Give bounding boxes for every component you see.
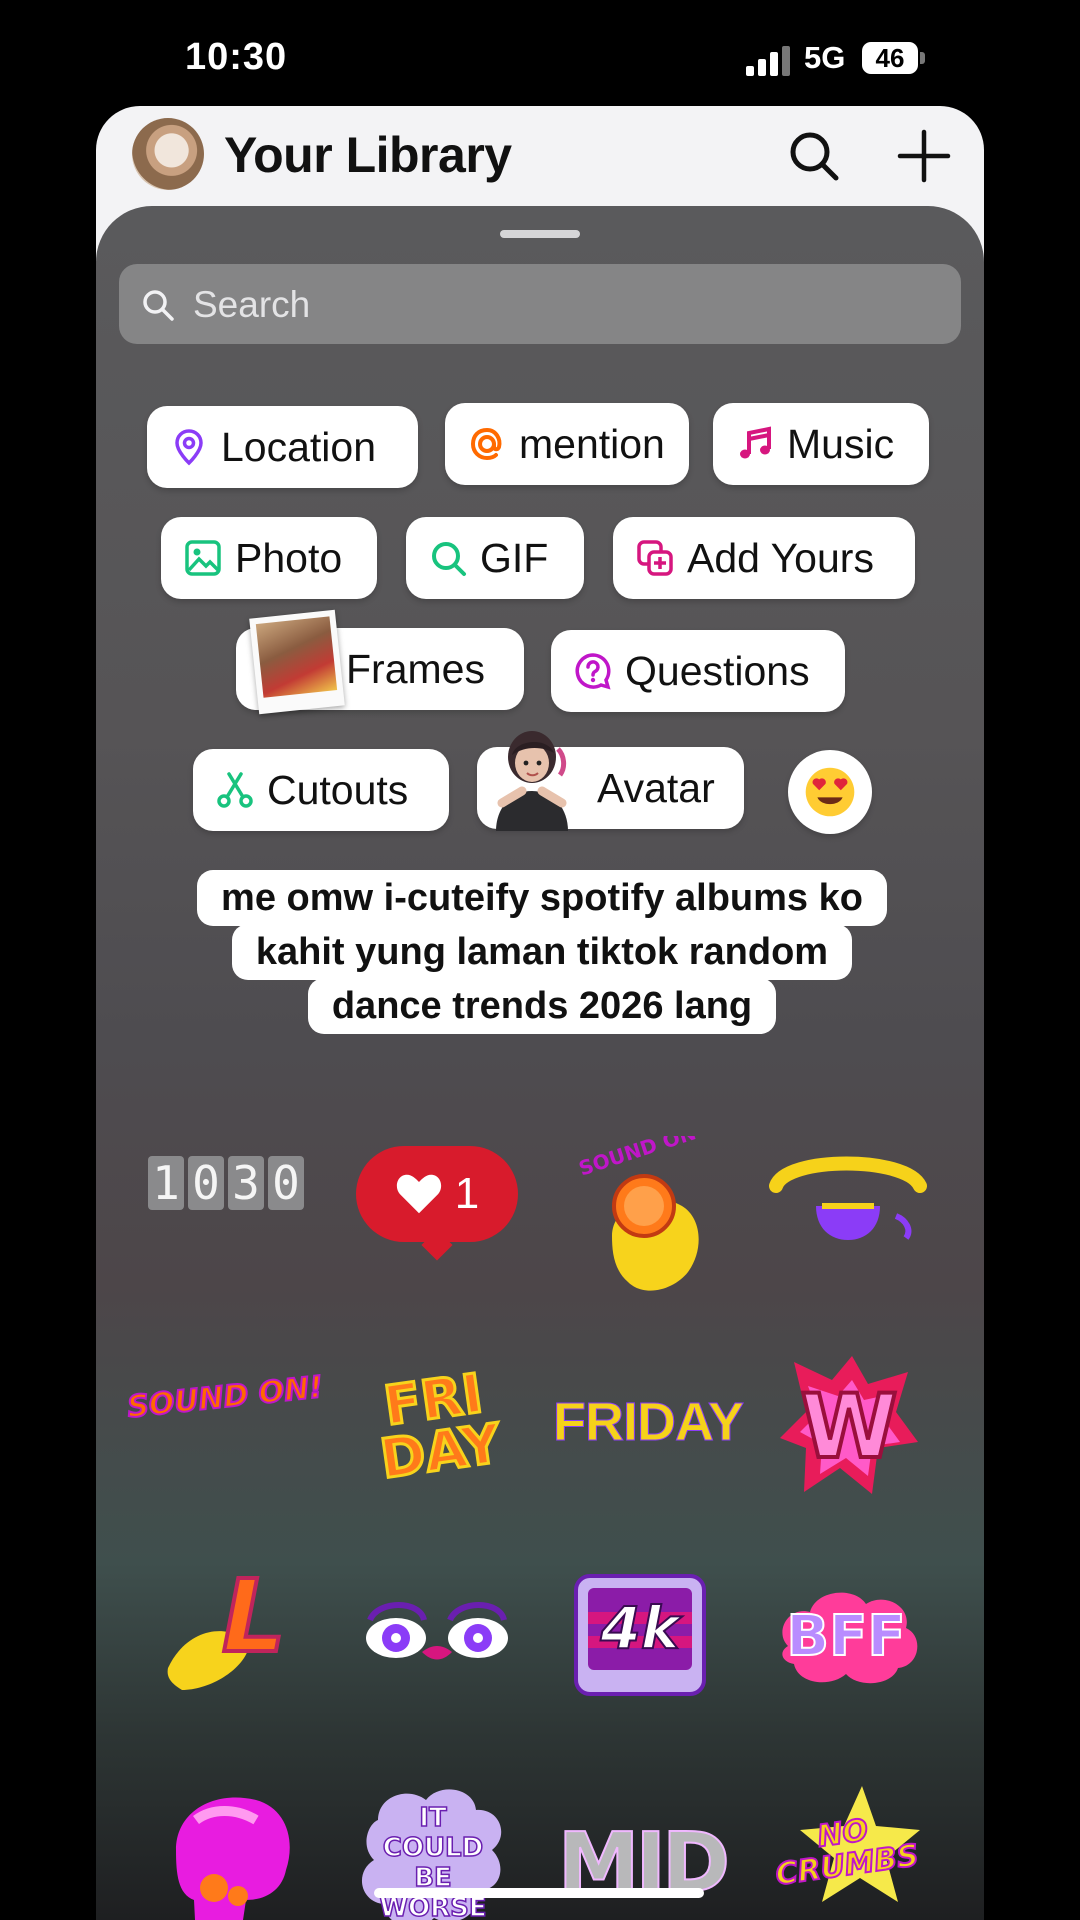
battery-level: 46	[875, 43, 905, 73]
sticker-label: Location	[221, 423, 377, 470]
profile-avatar[interactable]	[132, 118, 204, 190]
fri-day-text: FRI DAY	[375, 1360, 506, 1492]
cutouts-sticker[interactable]: Cutouts	[193, 749, 449, 831]
avatar-icon	[496, 731, 568, 831]
l-text: L	[220, 1556, 288, 1677]
sound-on-sticker[interactable]: SOUND ON!	[125, 1342, 326, 1452]
location-pin-icon	[175, 429, 203, 466]
bff-sticker[interactable]: BFF	[768, 1576, 924, 1696]
home-indicator[interactable]	[374, 1888, 704, 1898]
caption-text: me omw i-cuteify spotify albums ko kahit…	[156, 870, 928, 1034]
w-text: W	[798, 1373, 899, 1480]
frames-sticker[interactable]: Frames	[236, 609, 524, 715]
sticker-search-input[interactable]: Search	[119, 264, 961, 344]
add-yours-sticker[interactable]: Add Yours	[613, 517, 915, 599]
signal-icon	[746, 46, 790, 76]
4k-tv-sticker[interactable]: 4k	[570, 1566, 710, 1706]
sticker-label: Music	[787, 420, 895, 467]
photo-sticker[interactable]: Photo	[161, 517, 377, 599]
status-time: 10:30	[185, 36, 288, 78]
sound-knob-icon: SOUND ON	[576, 1136, 699, 1291]
like-counter-sticker[interactable]: 1	[354, 1134, 520, 1261]
sound-on-text: SOUND ON!	[125, 1368, 326, 1425]
heart-icon	[396, 1174, 441, 1214]
heart-eyes-emoji-icon	[805, 767, 855, 817]
question-bubble-icon	[575, 653, 611, 690]
questions-sticker[interactable]: Questions	[551, 630, 845, 712]
location-sticker[interactable]: Location	[147, 406, 418, 488]
mention-sticker[interactable]: mention	[445, 403, 689, 485]
clock-digit: 0	[188, 1156, 224, 1210]
gif-search-icon	[432, 542, 466, 576]
eyes-lips-icon	[366, 1602, 508, 1660]
w-sticker[interactable]: W	[774, 1352, 924, 1500]
flower-face-sticker[interactable]	[156, 1780, 302, 1920]
sticker-sheet: Search Location mention Music Photo GIF …	[96, 206, 984, 1920]
sticker-label: Frames	[346, 645, 485, 692]
sound-bowl-icon	[769, 1156, 927, 1240]
sticker-label: Add Yours	[687, 534, 874, 581]
l-hand-sticker[interactable]: L	[158, 1556, 308, 1708]
clock-sticker[interactable]: 1 0 3 0	[144, 1138, 308, 1228]
add-yours-icon	[637, 540, 673, 576]
4k-text: 4k	[600, 1593, 681, 1663]
plus-icon[interactable]	[896, 128, 952, 184]
mid-sticker[interactable]: MID	[557, 1780, 731, 1920]
sticker-label: Photo	[235, 534, 343, 581]
emoji-slider-sticker[interactable]	[788, 750, 872, 834]
status-bar: 10:30 5G 46	[0, 0, 1080, 110]
gif-sticker[interactable]: GIF	[406, 517, 584, 599]
search-icon	[143, 290, 174, 321]
could-be-worse-sticker[interactable]: IT COULD BE WORSE	[358, 1780, 508, 1920]
battery-icon: 46	[862, 42, 918, 74]
sticker-label: Cutouts	[267, 766, 409, 813]
clock-digit: 1	[148, 1156, 184, 1210]
caption-line: kahit yung laman tiktok random	[231, 924, 853, 980]
scissors-icon	[217, 772, 253, 808]
sticker-label: Avatar	[597, 764, 715, 811]
clock-digit: 0	[268, 1156, 304, 1210]
clock-digit: 3	[228, 1156, 264, 1210]
eyes-lips-sticker[interactable]	[358, 1586, 516, 1686]
avatar-sticker[interactable]: Avatar	[477, 731, 744, 831]
at-icon	[470, 427, 502, 461]
sheet-grabber[interactable]	[500, 230, 580, 238]
like-count: 1	[454, 1169, 480, 1218]
search-placeholder: Search	[193, 284, 311, 325]
frames-photo-icon	[249, 609, 345, 715]
friday-sticker[interactable]: FRIDAY	[552, 1352, 744, 1492]
caption-line: me omw i-cuteify spotify albums ko	[197, 870, 887, 926]
friday-text: FRIDAY	[552, 1392, 744, 1453]
fri-day-sticker[interactable]: FRI DAY	[354, 1352, 520, 1500]
sound-on-arc-text: SOUND ON	[576, 1136, 699, 1181]
page-title: Your Library	[224, 127, 512, 183]
sticker-label: GIF	[480, 534, 549, 581]
no-crumbs-sticker[interactable]: NO CRUMBS	[766, 1780, 924, 1920]
bff-text: BFF	[785, 1603, 906, 1670]
sticker-label: Questions	[625, 647, 810, 694]
caption-line: dance trends 2026 lang	[307, 978, 777, 1034]
network-type: 5G	[804, 40, 846, 75]
music-sticker[interactable]: Music	[713, 403, 929, 485]
sound-bowl-sticker[interactable]	[766, 1146, 930, 1256]
sticker-label: mention	[519, 420, 665, 467]
music-note-icon	[740, 426, 771, 459]
could-be-worse-text: IT COULD BE WORSE	[379, 1802, 488, 1920]
photo-icon	[185, 540, 221, 576]
search-icon[interactable]	[786, 128, 842, 184]
flower-face-icon	[176, 1797, 290, 1920]
sound-on-knob-sticker[interactable]: SOUND ON	[572, 1136, 722, 1306]
